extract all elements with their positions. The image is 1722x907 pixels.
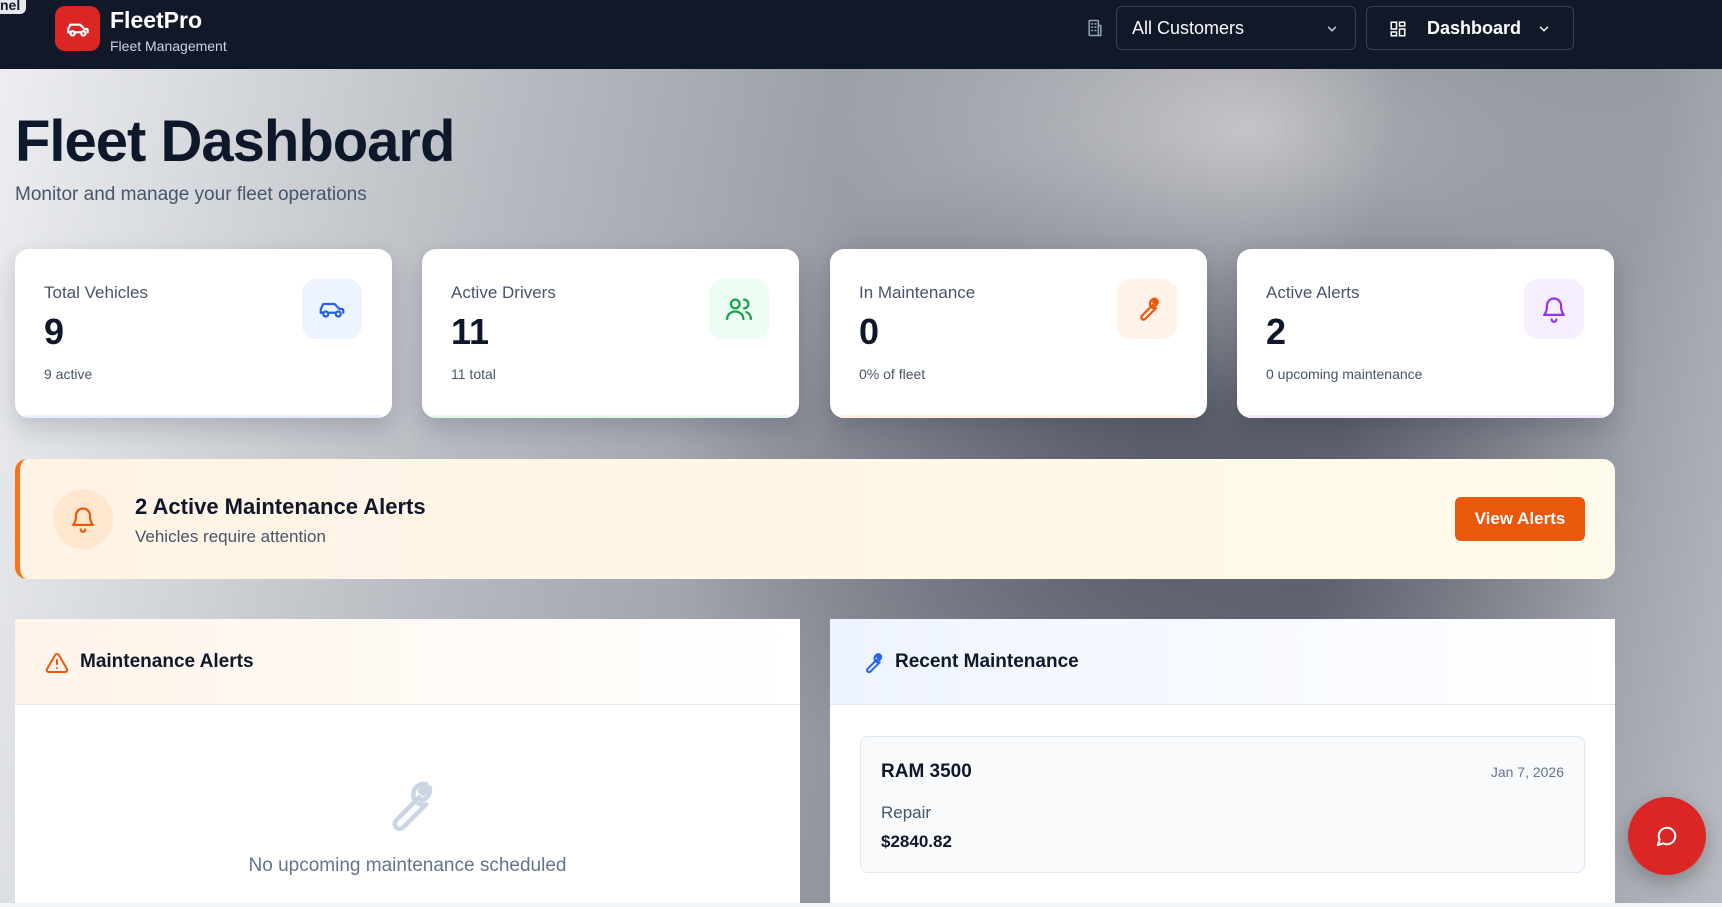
stat-note: 0% of fleet [859,366,926,382]
card-accent-line [840,415,1197,418]
panel-title: Recent Maintenance [895,651,1079,672]
stat-note: 11 total [451,366,496,382]
stat-note: 9 active [44,366,93,382]
stat-label: Active Drivers [451,283,556,302]
stat-card-active-alerts[interactable]: Active Alerts 2 0 upcoming maintenance [1237,249,1614,418]
card-accent-line [1247,415,1604,418]
wrench-icon [866,653,883,674]
corner-tag: nel [0,0,27,14]
banner-title: 2 Active Maintenance Alerts [135,494,426,519]
wrench-icon [1117,279,1177,339]
panel-header: Maintenance Alerts [15,619,800,705]
bell-icon [53,489,113,549]
stat-label: In Maintenance [859,283,976,302]
stat-label: Total Vehicles [44,283,148,302]
car-icon [302,279,362,339]
maintenance-date: Jan 7, 2026 [1490,764,1564,780]
maintenance-cost: $2840.82 [881,832,952,851]
brand-subtitle: Fleet Management [110,38,227,54]
dashboard-menu-button[interactable]: Dashboard [1366,6,1574,50]
maintenance-type: Repair [881,803,932,822]
building-icon [1088,19,1102,37]
recent-maintenance-panel: Recent Maintenance RAM 3500 Jan 7, 2026 … [830,619,1615,907]
maintenance-alert-banner: 2 Active Maintenance Alerts Vehicles req… [15,459,1615,579]
bell-icon [1524,279,1584,339]
chat-button[interactable] [1628,797,1706,875]
empty-state-text: No upcoming maintenance scheduled [248,855,567,876]
banner-subtitle: Vehicles require attention [135,527,326,546]
stat-card-total-vehicles[interactable]: Total Vehicles 9 9 active [15,249,392,418]
panel-title: Maintenance Alerts [80,651,254,672]
stat-value: 9 [44,311,65,352]
list-item[interactable]: RAM 3500 Jan 7, 2026 Repair $2840.82 [860,736,1585,873]
customer-select[interactable]: All Customers [1116,6,1356,50]
maintenance-vehicle: RAM 3500 [881,761,972,782]
panel-header: Recent Maintenance [830,619,1615,705]
customer-select-value: All Customers [1132,17,1245,38]
stat-value: 2 [1266,311,1287,352]
stat-value: 0 [859,311,880,352]
card-accent-line [432,415,789,418]
brand-logo-car-icon[interactable] [55,6,100,51]
top-nav: nel FleetPro Fleet Management All Custom… [0,0,1722,69]
stat-note: 0 upcoming maintenance [1266,366,1423,382]
chat-bubble-icon [1656,826,1677,847]
page-subtitle: Monitor and manage your fleet operations [15,184,367,205]
stat-card-active-drivers[interactable]: Active Drivers 11 11 total [422,249,799,418]
maintenance-alerts-panel: Maintenance Alerts No upcoming maintenan… [15,619,800,907]
dashboard-menu-label: Dashboard [1427,17,1522,38]
stat-card-in-maintenance[interactable]: In Maintenance 0 0% of fleet [830,249,1207,418]
bottom-edge [0,903,1722,907]
brand-name[interactable]: FleetPro [110,7,202,34]
warning-triangle-icon [45,652,69,673]
card-accent-line [25,415,382,418]
stat-value: 11 [451,311,490,352]
stat-label: Active Alerts [1266,283,1360,302]
grid-icon [1390,21,1406,37]
page-title: Fleet Dashboard [15,109,455,174]
wrench-icon [392,781,433,831]
view-alerts-button[interactable]: View Alerts [1455,497,1585,541]
users-icon [709,279,769,339]
chevron-down-icon [1327,26,1337,32]
chevron-down-icon [1539,26,1549,32]
